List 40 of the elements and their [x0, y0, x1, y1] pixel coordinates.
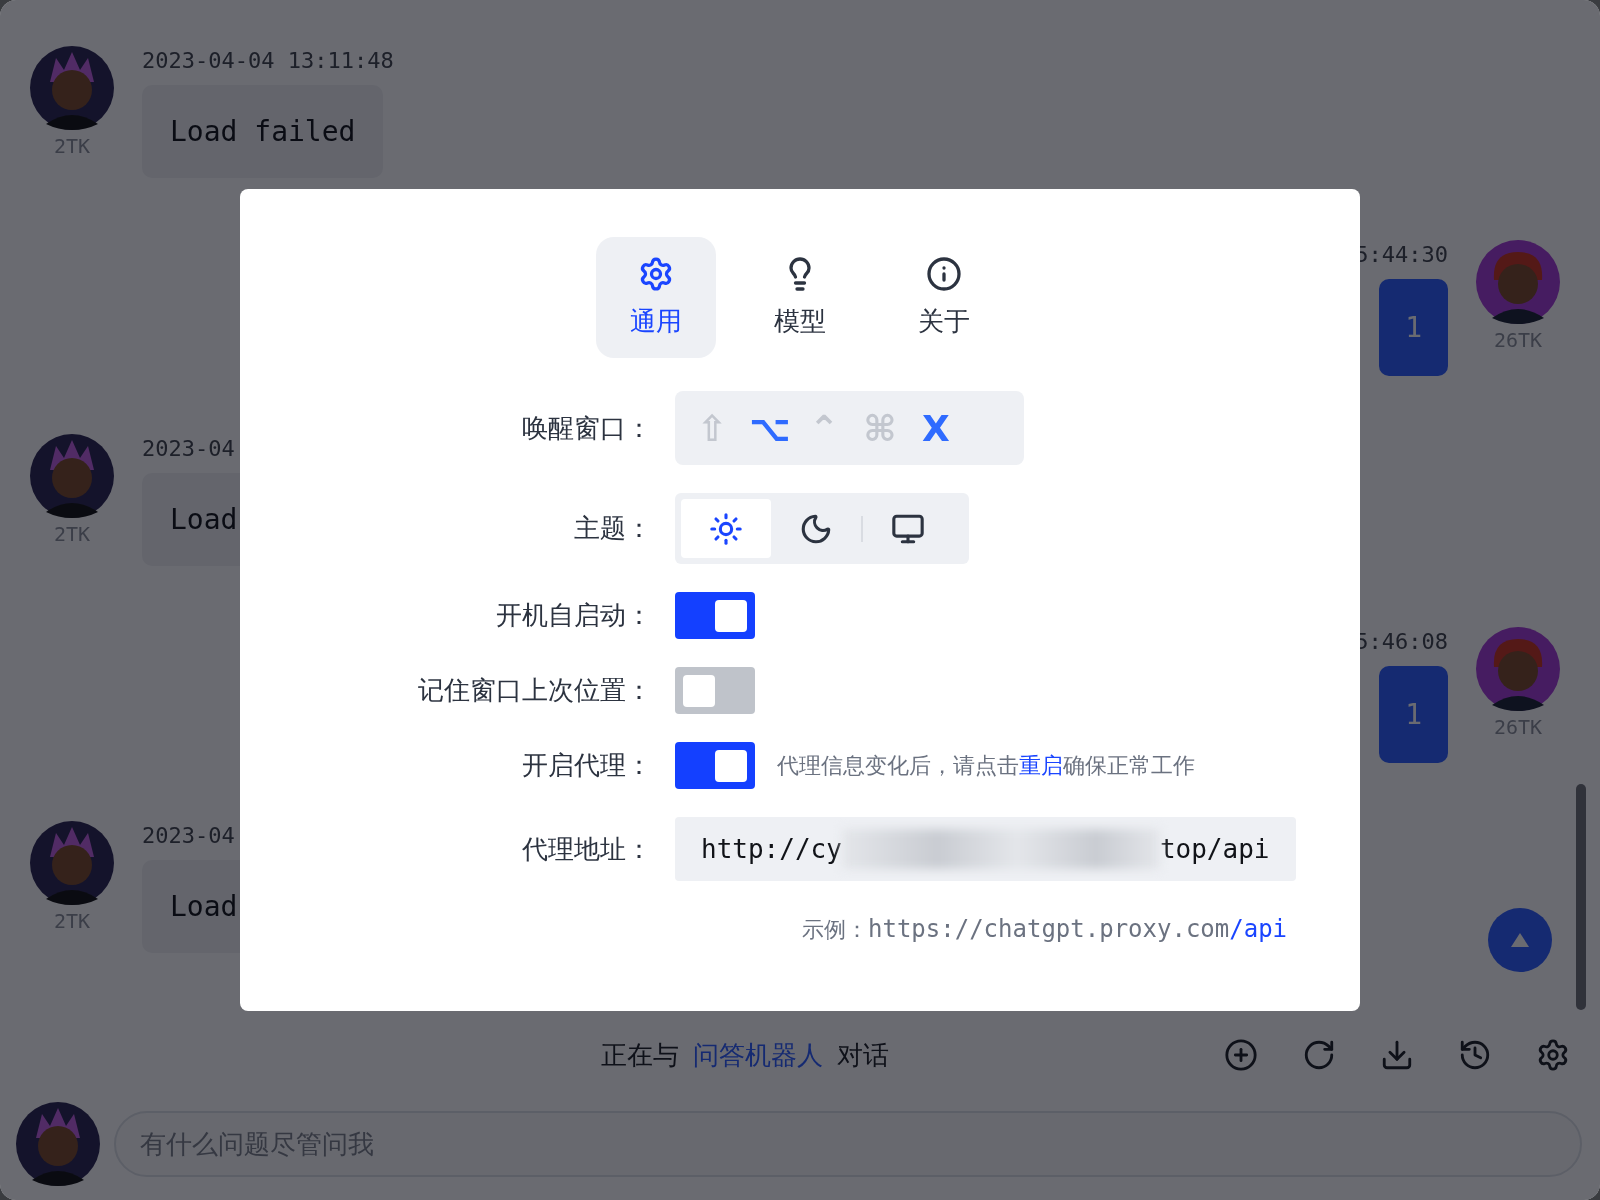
toggle-switch[interactable]	[675, 592, 755, 639]
settings-tab[interactable]: 模型	[740, 237, 860, 358]
restart-link[interactable]: 重启	[1019, 752, 1063, 778]
message-bubble: 1	[1379, 666, 1448, 764]
setting-label: 开机自启动：	[496, 599, 652, 632]
history-button[interactable]	[1458, 1038, 1492, 1072]
theme-option[interactable]	[681, 499, 771, 558]
triangle-icon	[1511, 933, 1529, 947]
message-bubble: 1	[1379, 278, 1448, 376]
sun-icon	[709, 511, 743, 546]
proxy-address-field[interactable]: http://cy top/api	[675, 817, 1296, 881]
hotkey-key: ⇧	[693, 407, 731, 449]
scrollbar[interactable]	[1576, 784, 1586, 1010]
settings-icon	[638, 256, 674, 292]
hotkey-key: ⌘	[861, 407, 899, 449]
refresh-button[interactable]	[1302, 1038, 1336, 1072]
new-chat-button[interactable]	[1224, 1038, 1258, 1072]
toggle-switch[interactable]	[675, 742, 755, 789]
chat-status: 正在与 问答机器人 对话	[600, 1038, 890, 1072]
settings-button[interactable]	[1536, 1038, 1570, 1072]
hotkey-field[interactable]: ⇧ ⌥ ⌃ ⌘ X	[675, 391, 1024, 465]
hotkey-key: ⌥	[749, 407, 787, 449]
settings-tab[interactable]: 通用	[596, 237, 716, 358]
download-button[interactable]	[1380, 1038, 1414, 1072]
message-time: 2023-04-04 13:11:48	[142, 48, 394, 73]
settings-tab[interactable]: 关于	[884, 237, 1004, 358]
setting-label: 代理地址：	[522, 832, 652, 866]
setting-label: 开启代理：	[522, 749, 652, 782]
hint-text: 代理信息变化后，请点击重启确保正常工作	[777, 751, 1195, 780]
hotkey-key: X	[917, 407, 955, 449]
info-icon	[926, 256, 962, 292]
setting-label: 唤醒窗口：	[522, 411, 652, 445]
message-bubble: Load failed	[142, 85, 384, 178]
toggle-switch[interactable]	[675, 667, 755, 714]
setting-label: 主题：	[574, 512, 652, 545]
hotkey-key: ⌃	[805, 407, 843, 449]
setting-label: 记住窗口上次位置：	[418, 674, 652, 707]
message-time: 2023-04	[142, 435, 235, 461]
message-time: 2023-04	[142, 823, 235, 849]
example-text: 示例：https://chatgpt.proxy.com/api	[802, 915, 1288, 945]
